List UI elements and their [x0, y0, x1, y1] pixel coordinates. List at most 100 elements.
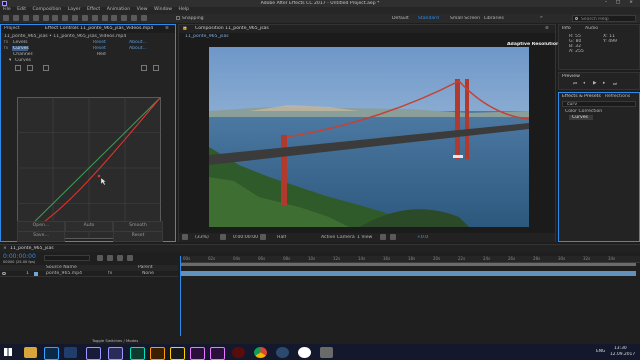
maximize-button[interactable]: □ [612, 0, 624, 5]
snapshot-icon[interactable] [260, 234, 267, 240]
time-ruler[interactable]: 00s 02s 04s 06s 08s 10s 12s 14s 16s 18s … [180, 256, 640, 263]
menu-layer[interactable]: Layer [68, 7, 81, 12]
always-preview-icon[interactable] [182, 234, 189, 240]
play-icon[interactable]: ▶ [593, 81, 597, 86]
playhead[interactable] [180, 256, 181, 336]
taskbar-media-encoder-icon[interactable] [170, 347, 185, 360]
tab-composition[interactable]: Composition 11_ponte_965_jsas [195, 26, 269, 31]
comp-viewer-image[interactable] [209, 47, 529, 227]
taskbar-illustrator-icon[interactable] [150, 347, 165, 360]
layer-fx-icon[interactable]: fx [108, 271, 112, 276]
menu-edit[interactable]: Edit [17, 7, 26, 12]
puppet-tool-icon[interactable] [141, 15, 147, 21]
brush-tool-icon[interactable] [101, 15, 108, 21]
comp-flowchart-icon[interactable] [97, 255, 104, 261]
effects-search-input[interactable]: curv [562, 101, 636, 107]
workspace-libraries[interactable]: Libraries [484, 16, 504, 21]
visibility-eye-icon[interactable] [2, 272, 6, 275]
category-color-correction[interactable]: Color Correction [565, 109, 602, 114]
layer-duration-bar[interactable] [180, 271, 636, 276]
taskbar-explorer-icon[interactable] [24, 347, 37, 358]
about-link-levels[interactable]: About... [129, 40, 147, 45]
layer-row[interactable]: 1 ponte_965.mp4 fx None [0, 271, 178, 277]
comp-subtab[interactable]: 11_ponte_965_jsas [185, 34, 229, 39]
snapping-checkbox[interactable] [176, 16, 180, 20]
workspace-standard[interactable]: Standard [418, 16, 439, 21]
tab-reflections[interactable]: Reflections [605, 94, 630, 99]
last-frame-icon[interactable]: ⏭ [613, 81, 617, 87]
zoom-tool-icon[interactable] [32, 15, 39, 21]
comp-lock-icon[interactable]: 🔒 [182, 26, 188, 31]
graph-editor-icon[interactable] [127, 255, 134, 261]
close-button[interactable]: × [624, 0, 638, 5]
selection-tool-icon[interactable] [13, 15, 20, 21]
about-link-curves[interactable]: About... [129, 46, 147, 51]
timeline-search-input[interactable] [44, 255, 90, 261]
workspace-default[interactable]: Default [392, 16, 409, 21]
panel-menu-icon[interactable]: ≡ [165, 26, 169, 31]
curve-pencil-icon[interactable] [27, 65, 33, 71]
taskbar-steam-icon[interactable] [276, 347, 289, 358]
windows-start-icon[interactable] [4, 348, 12, 356]
curve-mode-a-icon[interactable] [141, 65, 147, 71]
taskbar-premiere-icon[interactable] [190, 347, 205, 360]
curve-save-button[interactable]: Save... [17, 231, 65, 242]
timeline-close-icon[interactable]: × [3, 246, 7, 251]
tab-effect-controls[interactable]: Effect Controls 11_ponte_965_jsas_Videos… [45, 26, 155, 31]
menu-effect[interactable]: Effect [87, 7, 100, 12]
workspace-overflow-icon[interactable]: » [540, 15, 543, 20]
pan-behind-tool-icon[interactable] [62, 15, 69, 21]
roto-brush-icon[interactable] [131, 15, 138, 21]
text-tool-icon[interactable] [91, 15, 98, 21]
grid-overlay-icon[interactable] [220, 234, 227, 240]
menu-animation[interactable]: Animation [107, 7, 130, 12]
tab-timeline[interactable]: 11_ponte_965_jsas [10, 246, 54, 251]
curve-mode-b-icon[interactable] [153, 65, 159, 71]
taskbar-recorder-icon[interactable] [232, 347, 245, 358]
effect-item-curves[interactable]: Curves [572, 115, 588, 120]
next-frame-icon[interactable]: ▸ [603, 81, 605, 86]
channel-select[interactable]: Red [97, 52, 106, 57]
minimize-button[interactable]: – [600, 0, 612, 5]
prev-frame-icon[interactable]: ◂ [583, 81, 585, 86]
taskbar-yandex-icon[interactable] [298, 347, 311, 358]
motion-blur-icon[interactable] [117, 255, 124, 261]
curve-reset-button[interactable]: Reset [113, 231, 163, 242]
comp-exposure[interactable]: +0.0 [417, 235, 428, 240]
comp-timecode[interactable]: 0:00:00:00 [233, 235, 258, 240]
menu-composition[interactable]: Composition [33, 7, 62, 12]
comp-camera[interactable]: Active Camera [321, 235, 355, 240]
tab-effects-presets[interactable]: Effects & Presets [562, 94, 601, 99]
pen-tool-icon[interactable] [81, 15, 88, 21]
reset-link-curves[interactable]: Reset [93, 46, 106, 51]
tray-lang[interactable]: ENG [596, 349, 605, 354]
curve-resize-icon[interactable] [43, 65, 49, 71]
comp-view-layout[interactable]: 1 View [357, 235, 372, 240]
tray-time[interactable]: 13:30 [614, 346, 627, 351]
layer-name[interactable]: ponte_965.mp4 [46, 271, 82, 276]
comp-resolution[interactable]: Half [277, 235, 286, 240]
menu-help[interactable]: Help [179, 7, 189, 12]
menu-view[interactable]: View [137, 7, 148, 12]
hand-tool-icon[interactable] [22, 15, 29, 21]
tab-audio[interactable]: Audio [585, 26, 598, 31]
taskbar-audition-icon[interactable] [130, 347, 145, 360]
taskbar-chrome-icon[interactable] [254, 347, 267, 358]
taskbar-premiere2-icon[interactable] [210, 347, 225, 360]
taskbar-app-icon[interactable] [64, 347, 77, 358]
work-area-bar[interactable] [180, 263, 636, 266]
reset-link-levels[interactable]: Reset [93, 40, 106, 45]
layer-parent[interactable]: None [142, 271, 154, 276]
taskbar-photoshop-icon[interactable] [44, 347, 59, 360]
tab-info[interactable]: Info [562, 26, 571, 31]
menu-window[interactable]: Window [154, 7, 172, 12]
rotate-tool-icon[interactable] [42, 15, 49, 21]
taskbar-files-icon[interactable] [320, 347, 333, 358]
clone-tool-icon[interactable] [111, 15, 118, 21]
home-icon[interactable] [3, 15, 10, 21]
comp-panel-menu-icon[interactable]: ≡ [545, 26, 549, 31]
taskbar-ae-active-icon[interactable] [108, 347, 123, 360]
tab-project[interactable]: Project [4, 26, 20, 31]
shape-tool-icon[interactable] [72, 15, 79, 21]
camera-tool-icon[interactable] [52, 15, 59, 21]
